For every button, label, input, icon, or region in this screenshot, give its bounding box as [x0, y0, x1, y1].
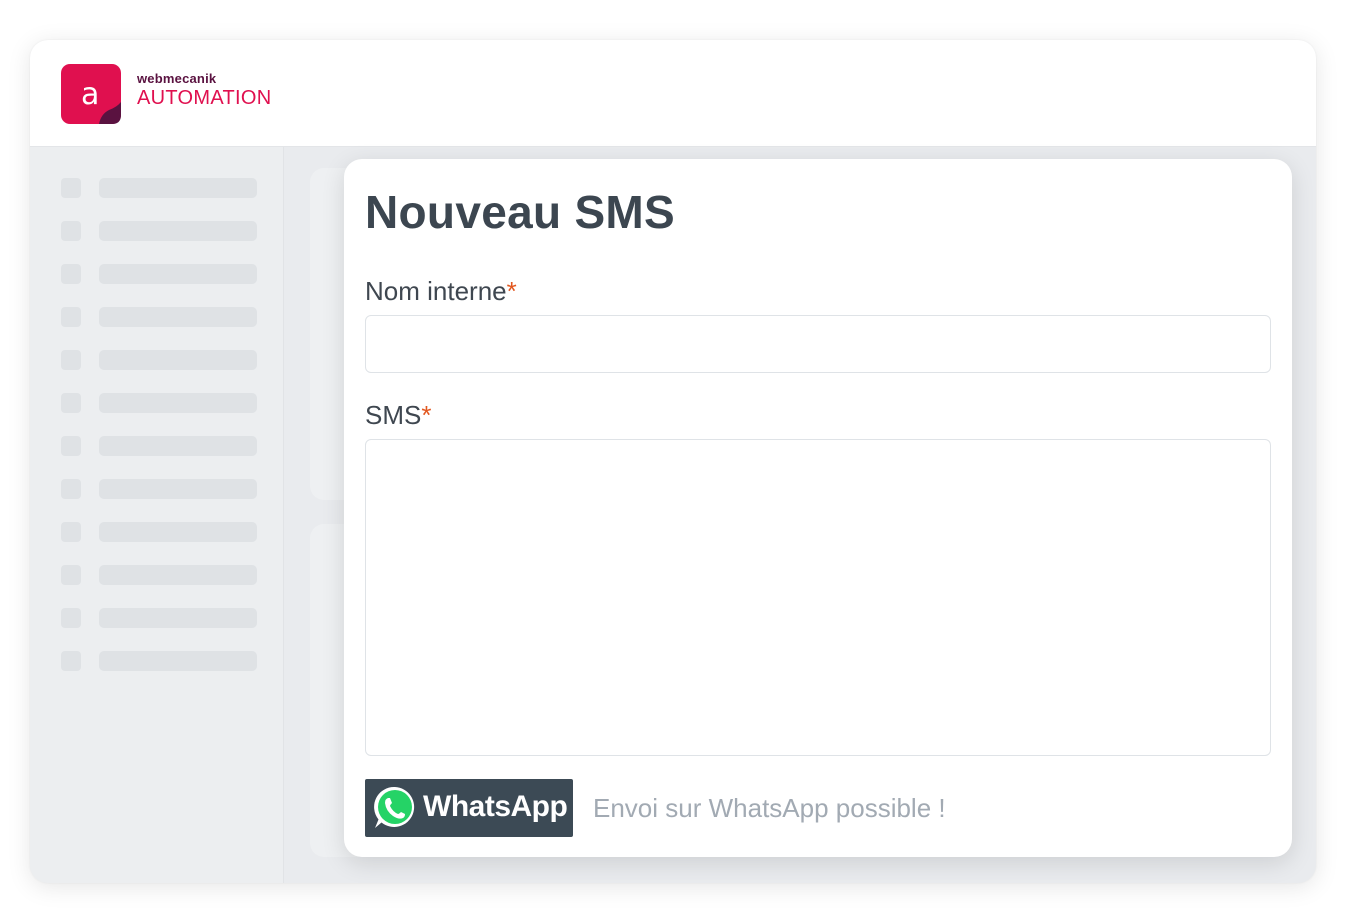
new-sms-modal: Nouveau SMS Nom interne* SMS* WhatsApp E… [344, 159, 1292, 857]
sidebar-item-icon [61, 307, 81, 327]
sidebar-item-placeholder[interactable] [61, 436, 257, 456]
sidebar-item-label-placeholder [99, 350, 257, 370]
sidebar-item-placeholder[interactable] [61, 350, 257, 370]
sidebar-item-label-placeholder [99, 479, 257, 499]
sidebar-item-placeholder[interactable] [61, 178, 257, 198]
webmecanik-logo-icon[interactable]: a [61, 64, 121, 124]
sidebar-item-label-placeholder [99, 393, 257, 413]
whatsapp-note: Envoi sur WhatsApp possible ! [593, 793, 946, 823]
sidebar-item-placeholder[interactable] [61, 565, 257, 585]
sidebar-item-placeholder[interactable] [61, 651, 257, 671]
sidebar-item-label-placeholder [99, 651, 257, 671]
sidebar-item-label-placeholder [99, 436, 257, 456]
brand-name-small: webmecanik [137, 71, 217, 86]
whatsapp-badge-label: WhatsApp [423, 790, 568, 823]
sidebar-item-placeholder[interactable] [61, 479, 257, 499]
sidebar-item-icon [61, 522, 81, 542]
sidebar-item-label-placeholder [99, 307, 257, 327]
sidebar-item-label-placeholder [99, 178, 257, 198]
sidebar-item-icon [61, 436, 81, 456]
sms-label-text: SMS [365, 400, 422, 430]
whatsapp-icon [371, 784, 419, 832]
sidebar-item-icon [61, 479, 81, 499]
top-bar: a webmecanik AUTOMATION [30, 40, 1316, 147]
sidebar-item-label-placeholder [99, 608, 257, 628]
sidebar-item-icon [61, 393, 81, 413]
sidebar-item-label-placeholder [99, 221, 257, 241]
sidebar-item-icon [61, 264, 81, 284]
sidebar-item-placeholder[interactable] [61, 522, 257, 542]
whatsapp-badge: WhatsApp [365, 779, 573, 837]
sidebar-item-label-placeholder [99, 264, 257, 284]
required-asterisk: * [421, 400, 432, 430]
sidebar-item-label-placeholder [99, 565, 257, 585]
modal-title: Nouveau SMS [365, 186, 676, 238]
sidebar-item-icon [61, 178, 81, 198]
brand-name-big: AUTOMATION [137, 87, 272, 109]
name-label-text: Nom interne [365, 276, 507, 306]
sidebar-item-label-placeholder [99, 522, 257, 542]
sidebar-item-icon [61, 221, 81, 241]
sidebar-item-icon [61, 565, 81, 585]
sidebar-item-placeholder[interactable] [61, 221, 257, 241]
required-asterisk: * [506, 276, 517, 306]
sidebar-item-icon [61, 350, 81, 370]
name-field-label: Nom interne* [365, 276, 517, 307]
sidebar-item-placeholder[interactable] [61, 608, 257, 628]
internal-name-input[interactable] [365, 315, 1271, 373]
sidebar [30, 147, 284, 883]
sidebar-item-icon [61, 608, 81, 628]
sidebar-item-placeholder[interactable] [61, 264, 257, 284]
sms-field-label: SMS* [365, 400, 431, 431]
sidebar-item-icon [61, 651, 81, 671]
sms-textarea[interactable] [365, 439, 1271, 756]
app-window: a webmecanik AUTOMATION Nouveau SMS Nom … [30, 40, 1316, 883]
sidebar-item-placeholder[interactable] [61, 307, 257, 327]
logo-letter: a [81, 77, 99, 112]
sidebar-item-placeholder[interactable] [61, 393, 257, 413]
